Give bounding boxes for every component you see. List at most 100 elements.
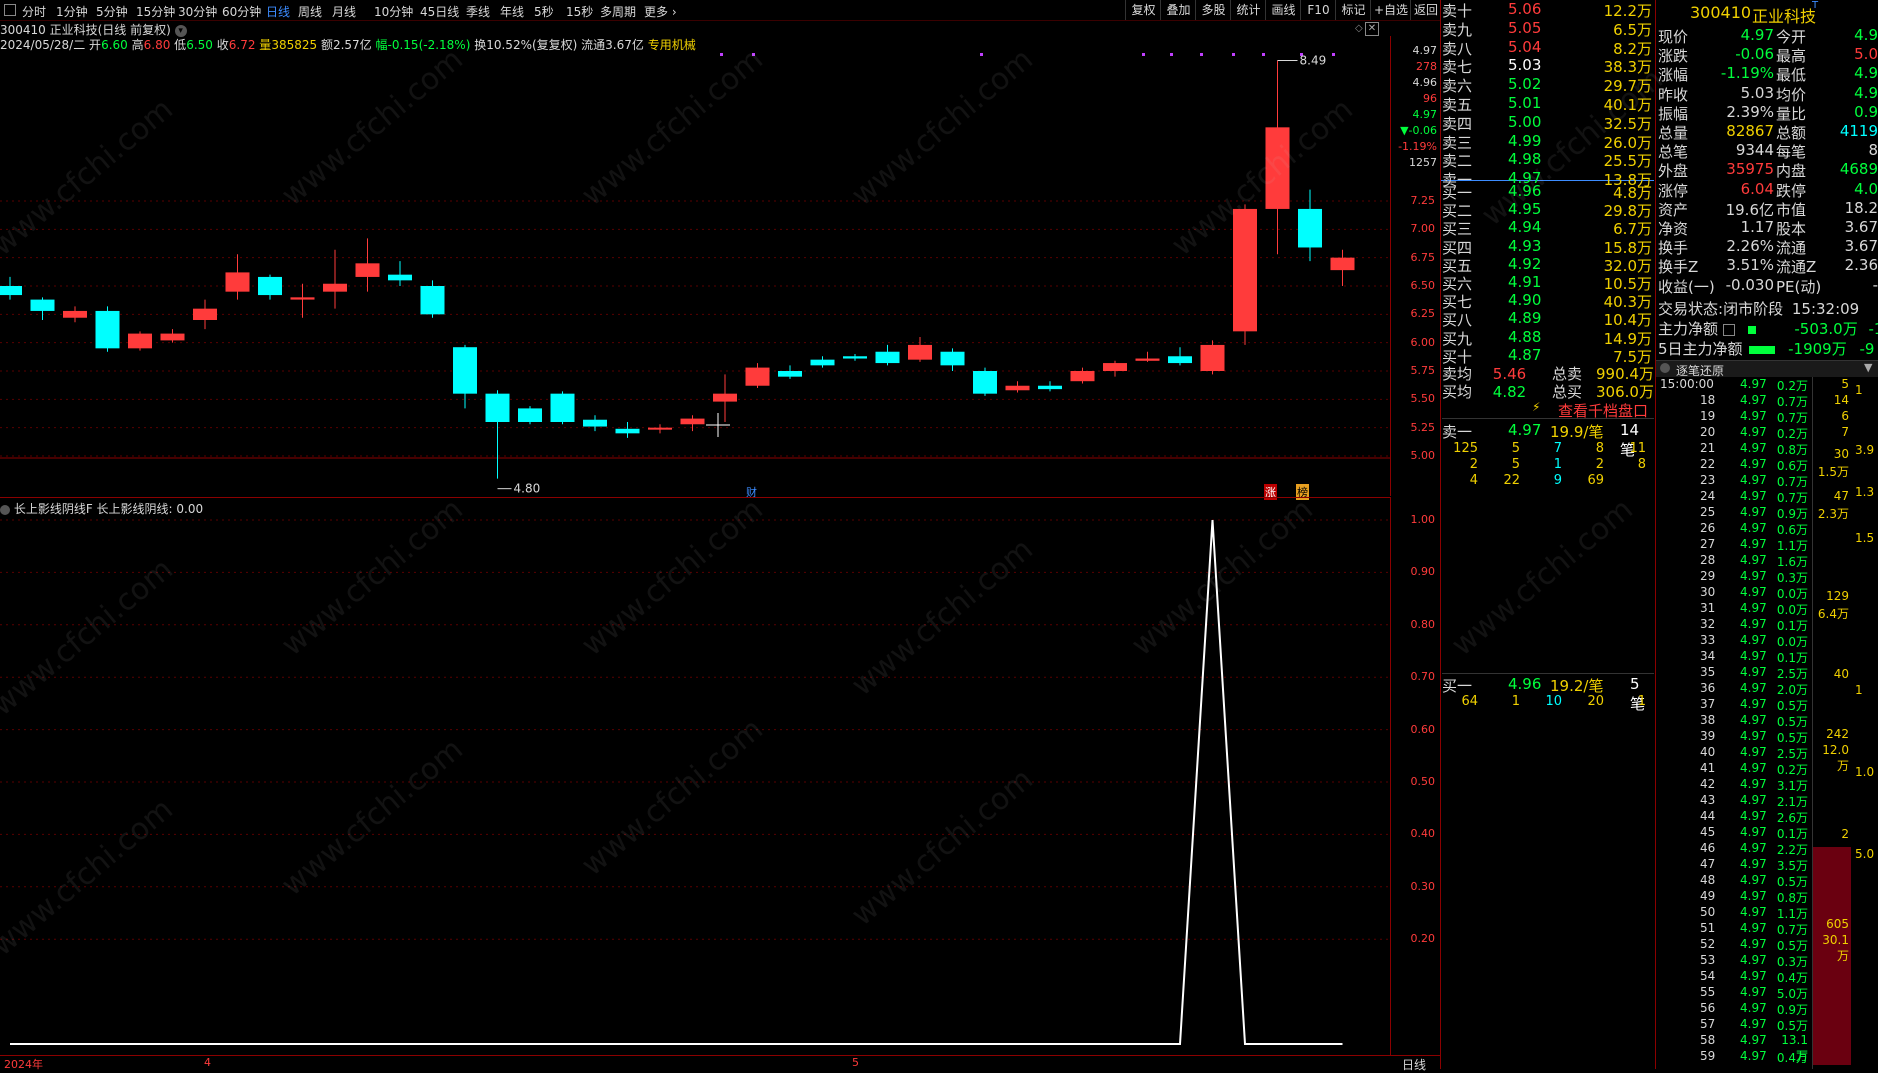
- side-a-value: 30: [1833, 447, 1849, 461]
- candle[interactable]: [973, 367, 997, 396]
- tick-time: 50: [1700, 905, 1716, 919]
- indicator-chart[interactable]: [0, 516, 1390, 1056]
- period-16[interactable]: 更多 ›: [644, 3, 677, 20]
- candle[interactable]: [615, 422, 640, 438]
- candle[interactable]: [713, 374, 737, 422]
- candle[interactable]: [550, 391, 575, 425]
- quote-value2: 2.36: [1844, 256, 1878, 275]
- tool-3[interactable]: 统计: [1230, 0, 1266, 20]
- period-8[interactable]: 月线: [332, 3, 356, 20]
- candle[interactable]: [128, 331, 152, 351]
- quote-value2: -: [1872, 275, 1878, 294]
- period-0[interactable]: 分时: [22, 3, 46, 20]
- indicator-collapse-icon[interactable]: [0, 504, 10, 515]
- tick-time: 20: [1700, 425, 1716, 439]
- candle[interactable]: [1200, 340, 1225, 375]
- candle[interactable]: [810, 356, 835, 368]
- quote-value2: 4.9: [1854, 26, 1878, 44]
- quote-value2: 8: [1868, 141, 1878, 160]
- chevron-down-icon[interactable]: ▾: [174, 24, 187, 37]
- period-7[interactable]: 周线: [298, 3, 322, 20]
- thousand-level-button[interactable]: ⚡ 查看千档盘口: [1442, 400, 1654, 420]
- period-2[interactable]: 5分钟: [96, 3, 128, 20]
- candle[interactable]: [1070, 367, 1095, 384]
- candlestick-chart[interactable]: 8.49 4.80: [0, 36, 1390, 496]
- candle[interactable]: [485, 390, 510, 479]
- candle[interactable]: [875, 344, 900, 366]
- tool-1[interactable]: 叠加: [1160, 0, 1196, 20]
- candle[interactable]: [518, 406, 542, 425]
- period-label[interactable]: 日线: [1402, 1056, 1426, 1073]
- candle[interactable]: [648, 424, 672, 434]
- bids-row: 买七 4.90 40.3万: [1442, 291, 1654, 311]
- candle[interactable]: [1265, 60, 1290, 255]
- book-avg-row: 卖均 5.46 总卖 990.4万 买均 4.82 总买 306.0万: [1442, 365, 1654, 401]
- info-icon[interactable]: T: [1812, 0, 1818, 11]
- close-icon[interactable]: ✕: [1365, 22, 1379, 36]
- bids-price: 4.90: [1508, 291, 1542, 310]
- candle[interactable]: [0, 276, 22, 300]
- tool-7[interactable]: +自选: [1370, 0, 1411, 20]
- tick-vol: 0.2万: [1776, 763, 1808, 777]
- candle[interactable]: [908, 337, 932, 362]
- candle[interactable]: [1005, 381, 1030, 393]
- candle[interactable]: [355, 238, 380, 292]
- candle[interactable]: [1135, 351, 1160, 362]
- candle[interactable]: [1298, 189, 1322, 262]
- period-1[interactable]: 1分钟: [56, 3, 88, 20]
- period-12[interactable]: 年线: [500, 3, 524, 20]
- candle[interactable]: [420, 280, 445, 318]
- tool-2[interactable]: 多股: [1195, 0, 1231, 20]
- candle[interactable]: [745, 363, 770, 388]
- period-3[interactable]: 15分钟: [136, 3, 175, 20]
- period-5[interactable]: 60分钟: [222, 3, 261, 20]
- quote-label: 昨收: [1658, 85, 1689, 104]
- period-4[interactable]: 30分钟: [178, 3, 217, 20]
- candle[interactable]: [290, 283, 315, 318]
- chevron-down-icon[interactable]: ▼: [1864, 361, 1872, 374]
- candle[interactable]: [63, 306, 87, 323]
- doc-icon[interactable]: [1722, 323, 1735, 336]
- candle[interactable]: [323, 249, 347, 309]
- candle[interactable]: [680, 415, 705, 432]
- candle[interactable]: [1038, 381, 1062, 392]
- candle[interactable]: [225, 254, 250, 300]
- candle[interactable]: [30, 297, 55, 320]
- candle[interactable]: [1233, 204, 1257, 345]
- candle[interactable]: [388, 261, 412, 286]
- period-14[interactable]: 15秒: [566, 3, 593, 20]
- quote-value: 4.97: [1740, 26, 1774, 44]
- period-13[interactable]: 5秒: [534, 3, 554, 20]
- tick-collapse-icon[interactable]: [1660, 363, 1670, 373]
- tool-8[interactable]: 返回: [1410, 0, 1441, 20]
- candle[interactable]: [95, 306, 120, 352]
- diamond-icon[interactable]: ◇: [1355, 23, 1363, 34]
- asks-price: 5.04: [1508, 37, 1542, 56]
- candle[interactable]: [193, 299, 217, 330]
- tool-4[interactable]: 画线: [1265, 0, 1301, 20]
- period-11[interactable]: 季线: [466, 3, 490, 20]
- candle[interactable]: [843, 354, 867, 361]
- candle[interactable]: [160, 329, 185, 343]
- quote-label: 净资: [1658, 220, 1689, 238]
- candle[interactable]: [1168, 347, 1192, 366]
- menu-icon[interactable]: [4, 4, 16, 16]
- period-15[interactable]: 多周期: [600, 3, 636, 20]
- tick-price: 4.97: [1740, 569, 1767, 583]
- candle[interactable]: [1103, 360, 1127, 377]
- period-6[interactable]: 日线: [266, 3, 290, 20]
- tool-5[interactable]: F10: [1300, 0, 1336, 20]
- candle[interactable]: [1330, 249, 1355, 286]
- asks-row: 卖十 5.06 12.2万: [1442, 0, 1654, 20]
- tick-price: 4.97: [1740, 617, 1767, 631]
- candle[interactable]: [940, 348, 965, 371]
- candle[interactable]: [258, 274, 282, 300]
- candle[interactable]: [778, 365, 802, 379]
- tick-vol: 1.1万: [1776, 539, 1808, 553]
- tool-6[interactable]: 标记: [1335, 0, 1371, 20]
- period-10[interactable]: 45日线: [420, 3, 459, 20]
- tool-0[interactable]: 复权: [1125, 0, 1161, 20]
- candle[interactable]: [583, 415, 607, 432]
- ind-tick-7: 0.30: [1410, 879, 1436, 893]
- period-9[interactable]: 10分钟: [374, 3, 413, 20]
